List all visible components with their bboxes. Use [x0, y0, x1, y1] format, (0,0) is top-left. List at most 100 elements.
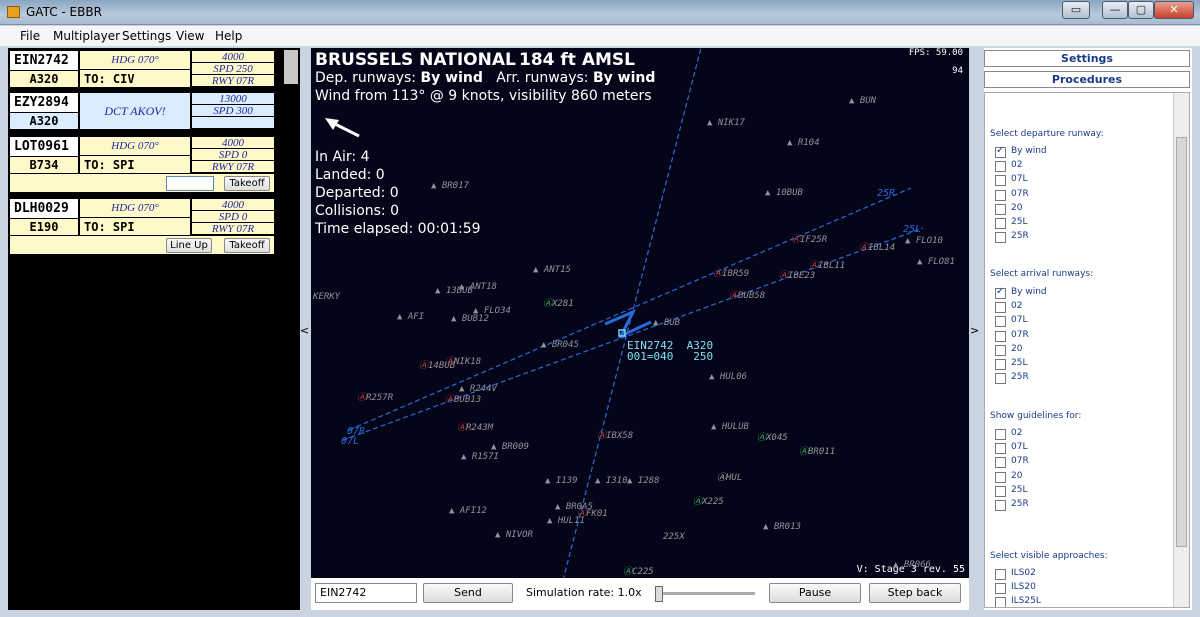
- arrival-runway-heading: Select arrival runways:: [990, 269, 1094, 279]
- strip-runway-blank: [192, 117, 274, 129]
- arrival-checkbox-07r[interactable]: [995, 330, 1006, 342]
- procedures-button[interactable]: Procedures: [984, 71, 1190, 88]
- takeoff-button[interactable]: Takeoff: [224, 176, 270, 191]
- strip-scrollbar[interactable]: [282, 48, 300, 610]
- flight-strip-ezy2894[interactable]: EZY2894 A320 DCT AKOV! 13000 SPD 300: [10, 93, 274, 131]
- guideline-label: 02: [1011, 428, 1023, 438]
- line-up-button[interactable]: Line Up: [166, 238, 212, 253]
- departure-checkbox-20[interactable]: [995, 203, 1006, 215]
- approach-checkbox-ils20[interactable]: [995, 583, 1006, 595]
- departure-checkbox-by-wind[interactable]: [995, 145, 1006, 158]
- departure-label: 25L: [1011, 217, 1028, 227]
- waypoint-225x: 225X: [663, 532, 685, 542]
- menu-multiplayer[interactable]: Multiplayer: [53, 29, 120, 43]
- arrival-checkbox-25l[interactable]: [995, 359, 1006, 370]
- strip-scroll-thumb[interactable]: [284, 50, 298, 84]
- step-back-button[interactable]: Step back: [869, 583, 961, 603]
- arrival-checkbox-25r[interactable]: [995, 373, 1006, 385]
- send-button[interactable]: Send: [423, 583, 513, 603]
- fix-fk01: ⒶFK01: [577, 509, 608, 519]
- options-scroll-thumb[interactable]: [1176, 137, 1187, 547]
- fix-hul: ⒶHUL: [717, 473, 743, 483]
- restore-icon[interactable]: ▭: [1062, 1, 1090, 19]
- guideline-checkbox-25l[interactable]: [995, 485, 1006, 497]
- collapse-right-icon[interactable]: >: [970, 324, 979, 337]
- departure-label: 20: [1011, 202, 1023, 213]
- waypoint-i139: ▲ I139: [545, 476, 578, 486]
- waypoint-i288: ▲ I288: [627, 476, 660, 486]
- fix-x281: ⒶX281: [543, 299, 574, 309]
- strip-direct-to: DCT AKOV!: [80, 93, 190, 129]
- arrival-checkbox-07l[interactable]: [995, 316, 1006, 328]
- arrival-checkbox-20[interactable]: [995, 344, 1006, 356]
- strip-destination: TO: CIV: [80, 69, 190, 87]
- settings-button[interactable]: Settings: [984, 50, 1190, 67]
- menu-file[interactable]: File: [20, 29, 40, 43]
- guideline-checkbox-02[interactable]: [995, 429, 1006, 440]
- flight-strip-ein2742[interactable]: EIN2742 A320 HDG 070° TO: CIV 4000 SPD 2…: [10, 51, 274, 89]
- flight-strip-lot0961[interactable]: LOT0961 B734 HDG 070° TO: SPI 4000 SPD 0…: [10, 137, 274, 193]
- waypoint-hulub: ▲ HULUB: [711, 422, 749, 432]
- arrival-checkbox-02[interactable]: [995, 302, 1006, 314]
- command-input[interactable]: EIN2742: [315, 583, 417, 603]
- guideline-checkbox-25r[interactable]: [995, 500, 1006, 511]
- close-button[interactable]: ✕: [1154, 1, 1194, 19]
- radar-scope[interactable]: BRUSSELS NATIONAL 184 ft AMSL Dep. runwa…: [311, 48, 969, 610]
- waypoint-ant18: ▲ ANT18: [459, 282, 497, 292]
- wind-info: Wind from 113° @ 9 knots, visibility 860…: [315, 88, 652, 104]
- waypoint-kerky: KERKY: [313, 292, 341, 302]
- approach-checkbox-ils25l[interactable]: [995, 597, 1006, 607]
- stat-landed: Landed: 0: [315, 167, 385, 183]
- app-icon: [7, 6, 20, 18]
- takeoff-button[interactable]: Takeoff: [224, 238, 270, 253]
- slider-thumb[interactable]: [655, 586, 663, 602]
- menu-help[interactable]: Help: [215, 29, 242, 43]
- strip-speed: SPD 250: [192, 63, 274, 75]
- arrival-label: 07R: [1011, 329, 1029, 340]
- departure-checkbox-25r[interactable]: [995, 232, 1006, 244]
- pause-button[interactable]: Pause: [769, 583, 861, 603]
- strip-runway: RWY 07R: [192, 223, 274, 235]
- approach-label: ILS20: [1011, 582, 1036, 593]
- departure-label: 07L: [1011, 174, 1028, 185]
- departure-checkbox-25l[interactable]: [995, 218, 1006, 229]
- guideline-label: 07R: [1011, 456, 1029, 467]
- aircraft-datablock[interactable]: EIN2742 A320 001=040 250: [627, 340, 713, 362]
- fps-counter: FPS: 59.00: [908, 48, 963, 58]
- departure-checkbox-07l[interactable]: [995, 175, 1006, 187]
- guideline-checkbox-20[interactable]: [995, 471, 1006, 483]
- maximize-button[interactable]: ▢: [1128, 1, 1154, 19]
- stat-departed: Departed: 0: [315, 185, 399, 201]
- guideline-label: 25L: [1011, 484, 1028, 495]
- fix-br011: ⒶBR011: [799, 447, 836, 457]
- departure-checkbox-02[interactable]: [995, 161, 1006, 173]
- dep-runways-value: By wind: [420, 70, 483, 86]
- waypoint-br017: ▲ BR017: [431, 181, 469, 191]
- approach-label: ILS02: [1011, 568, 1036, 578]
- departure-checkbox-07r[interactable]: [995, 189, 1006, 201]
- options-scrollbar[interactable]: [1173, 93, 1189, 607]
- departure-label: By wind: [1011, 146, 1047, 156]
- waypoint-nik17: ▲ NIK17: [707, 118, 745, 128]
- simulation-rate-slider[interactable]: [655, 586, 755, 604]
- strip-aircraft-type: A320: [10, 70, 78, 87]
- guideline-checkbox-07l[interactable]: [995, 443, 1006, 455]
- collapse-left-icon[interactable]: <: [300, 324, 309, 337]
- arrival-checkbox-by-wind[interactable]: [995, 286, 1006, 299]
- flight-strip-dlh0029[interactable]: DLH0029 E190 HDG 070° TO: SPI 4000 SPD 0…: [10, 199, 274, 255]
- menu-settings[interactable]: Settings: [122, 29, 171, 43]
- fix-ibe23: ⒶIBE23: [779, 271, 816, 281]
- waypoint-bun: ▲ BUN: [849, 96, 877, 106]
- fix-bub13: ⒶBUB13: [445, 395, 482, 405]
- flight-strip-panel: EIN2742 A320 HDG 070° TO: CIV 4000 SPD 2…: [8, 48, 300, 610]
- waypoint-afi: ▲ AFI: [397, 312, 425, 322]
- strip-speed: SPD 0: [192, 149, 274, 161]
- strip-command-input[interactable]: [166, 176, 214, 191]
- waypoint-flo10: ▲ FLO10: [905, 236, 943, 246]
- menu-view[interactable]: View: [176, 29, 204, 43]
- minimize-button[interactable]: —: [1102, 1, 1128, 19]
- waypoint-r157i: ▲ R157I: [461, 452, 499, 462]
- approach-checkbox-ils02[interactable]: [995, 569, 1006, 580]
- waypoint-br045: ▲ BR045: [541, 340, 579, 350]
- guideline-checkbox-07r[interactable]: [995, 457, 1006, 469]
